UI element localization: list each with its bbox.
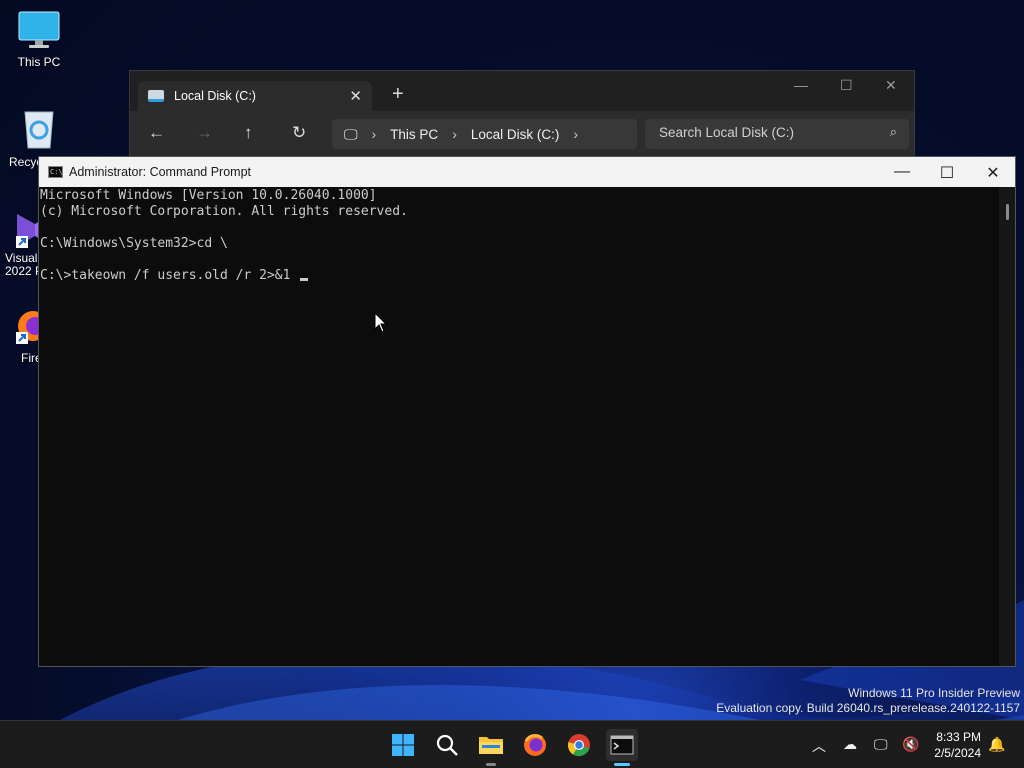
taskbar-file-explorer[interactable] <box>475 729 507 766</box>
search-icon: ⌕ <box>889 124 897 139</box>
start-button[interactable] <box>387 729 419 761</box>
taskbar-firefox[interactable] <box>519 729 551 761</box>
chevron-right-icon: › <box>452 126 457 142</box>
taskbar-terminal[interactable] <box>606 729 638 766</box>
notification-bell-icon[interactable]: 🔔 <box>988 736 1005 753</box>
tab-local-disk[interactable]: Local Disk (C:) ✕ <box>138 81 372 111</box>
window-title: Administrator: Command Prompt <box>69 165 252 179</box>
maximize-button[interactable]: ☐ <box>840 77 853 94</box>
watermark-line-1: Windows 11 Pro Insider Preview <box>848 686 1020 700</box>
volume-muted-icon[interactable]: 🔇 <box>902 736 919 753</box>
running-indicator <box>486 763 496 766</box>
cmd-icon: C:\ <box>48 166 63 178</box>
watermark-line-2: Evaluation copy. Build 26040.rs_prerelea… <box>716 701 1020 715</box>
monitor-icon: 🖵 <box>344 125 358 142</box>
show-hidden-icons-chevron-icon[interactable]: ︿ <box>812 736 826 756</box>
drive-icon <box>148 90 164 102</box>
onedrive-offline-icon[interactable]: ☁ <box>843 736 857 753</box>
evaluation-watermark: Windows 11 Pro Insider Preview Evaluatio… <box>716 686 1020 716</box>
back-icon[interactable]: ← <box>148 123 165 143</box>
monitor-icon <box>18 11 60 48</box>
command-prompt-window[interactable]: C:\ Administrator: Command Prompt — ☐ ✕ … <box>38 156 1016 667</box>
terminal-icon <box>610 735 634 755</box>
breadcrumb-local-disk[interactable]: Local Disk (C:) <box>471 127 560 142</box>
clock-time: 8:33 PM <box>936 730 981 744</box>
maximize-button[interactable]: ☐ <box>932 163 962 183</box>
desktop-icon-this-pc[interactable]: This PC <box>0 10 78 69</box>
new-tab-button[interactable]: + <box>392 83 404 106</box>
up-icon[interactable]: ↑ <box>244 123 253 143</box>
desktop-icon-label: This PC <box>17 55 61 69</box>
close-button[interactable]: ✕ <box>885 77 897 94</box>
terminal-line: Microsoft Windows [Version 10.0.26040.10… <box>40 188 377 203</box>
vertical-scrollbar[interactable] <box>999 187 1015 666</box>
terminal-line: C:\Windows\System32>cd \ <box>40 236 228 251</box>
explorer-toolbar: ← → ↑ ↻ 🖵 › This PC › Local Disk (C:) › … <box>130 111 914 159</box>
minimize-button[interactable]: — <box>887 163 917 181</box>
search-placeholder: Search Local Disk (C:) <box>659 125 795 140</box>
terminal-command: C:\>takeown /f users.old /r 2>&1 <box>40 268 299 283</box>
mouse-pointer-icon <box>374 312 388 333</box>
refresh-icon[interactable]: ↻ <box>292 123 306 143</box>
title-bar[interactable]: C:\ Administrator: Command Prompt — ☐ ✕ <box>39 157 1015 187</box>
terminal-line: (c) Microsoft Corporation. All rights re… <box>40 204 408 219</box>
file-explorer-icon <box>479 737 503 754</box>
taskbar: ︿ ☁ 🖵 🔇 8:33 PM 2/5/2024 🔔 <box>0 720 1024 768</box>
text-cursor <box>300 278 309 281</box>
network-icon[interactable]: 🖵 <box>874 736 888 753</box>
tab-title: Local Disk (C:) <box>174 89 256 103</box>
close-button[interactable]: ✕ <box>978 163 1008 183</box>
scrollbar-thumb[interactable] <box>1006 204 1009 220</box>
address-bar[interactable]: 🖵 › This PC › Local Disk (C:) › <box>332 119 637 149</box>
close-tab-icon[interactable]: ✕ <box>349 87 362 105</box>
file-explorer-window[interactable]: Local Disk (C:) ✕ + — ☐ ✕ ← → ↑ ↻ 🖵 › Th… <box>129 70 915 170</box>
clock[interactable]: 8:33 PM 2/5/2024 <box>934 729 981 761</box>
search-input[interactable]: Search Local Disk (C:) ⌕ <box>645 119 909 149</box>
minimize-button[interactable]: — <box>794 77 808 93</box>
terminal-prompt-line[interactable]: C:\>takeown /f users.old /r 2>&1 <box>40 268 999 284</box>
chevron-right-icon: › <box>371 126 377 142</box>
breadcrumb-this-pc[interactable]: This PC <box>390 127 438 142</box>
recycle-bin-icon <box>24 111 54 149</box>
terminal-output[interactable]: Microsoft Windows [Version 10.0.26040.10… <box>39 187 999 666</box>
clock-date: 2/5/2024 <box>934 746 981 760</box>
taskbar-search-button[interactable] <box>431 729 463 761</box>
active-indicator <box>614 763 630 766</box>
firefox-icon <box>524 734 546 756</box>
forward-icon[interactable]: → <box>196 123 213 143</box>
chrome-icon <box>567 734 590 757</box>
taskbar-chrome[interactable] <box>563 729 595 761</box>
search-icon <box>436 734 458 756</box>
windows-start-icon <box>392 734 414 756</box>
chevron-right-icon[interactable]: › <box>573 126 578 142</box>
